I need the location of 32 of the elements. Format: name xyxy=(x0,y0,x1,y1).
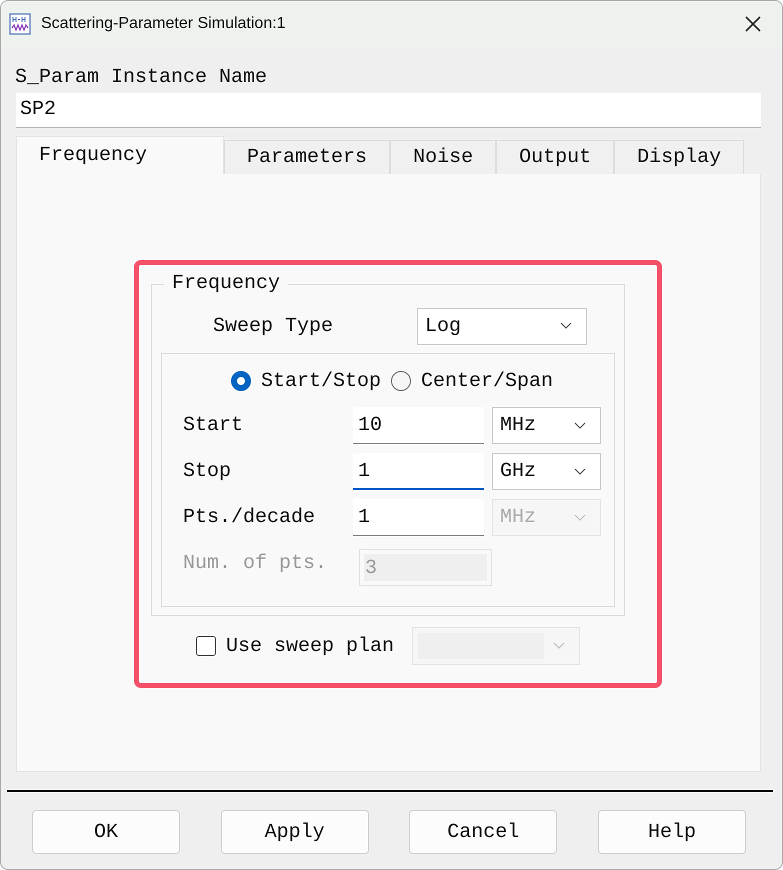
field-label: Stop xyxy=(183,460,232,483)
dialog-button[interactable]: Cancel xyxy=(409,810,558,854)
radio-icon[interactable] xyxy=(391,371,412,391)
field-label: Pts./decade xyxy=(183,506,316,529)
chevron-down-icon[interactable] xyxy=(574,468,586,476)
unit-dropdown[interactable]: MHz xyxy=(492,407,601,444)
sweep-type-dropdown[interactable]: Log xyxy=(417,308,587,344)
tab[interactable]: Noise xyxy=(390,140,496,174)
dialog-button[interactable]: Apply xyxy=(220,810,369,854)
chevron-down-icon[interactable] xyxy=(560,322,572,330)
tab[interactable]: Parameters xyxy=(224,140,390,174)
sweep-type-label: Sweep Type xyxy=(213,314,334,338)
tab[interactable]: Output xyxy=(496,140,614,174)
instance-name-field[interactable]: SP2 xyxy=(16,93,761,128)
window-title: Scattering-Parameter Simulation:1 xyxy=(41,15,287,33)
dialog-button[interactable]: OK xyxy=(32,810,180,854)
field-label: Num. of pts. xyxy=(183,552,328,575)
radio-icon[interactable] xyxy=(231,371,251,391)
dialog-button[interactable]: Help xyxy=(598,810,746,854)
input-field[interactable]: 1 xyxy=(353,453,484,490)
tab[interactable]: Display xyxy=(614,140,744,174)
instance-name-label: S_Param Instance Name xyxy=(15,65,268,91)
input-field[interactable]: 10 xyxy=(353,407,484,444)
close-icon[interactable] xyxy=(744,15,762,33)
unit-dropdown[interactable]: GHz xyxy=(492,453,601,490)
tab[interactable]: Frequency xyxy=(16,136,224,174)
field-label: Start xyxy=(183,414,244,437)
radio-option[interactable]: Start/Stop xyxy=(231,370,382,392)
waveform-icon xyxy=(9,13,31,35)
chevron-down-icon[interactable] xyxy=(574,422,586,430)
input-field[interactable]: 1 xyxy=(353,499,484,536)
radio-option[interactable]: Center/Span xyxy=(391,370,554,392)
